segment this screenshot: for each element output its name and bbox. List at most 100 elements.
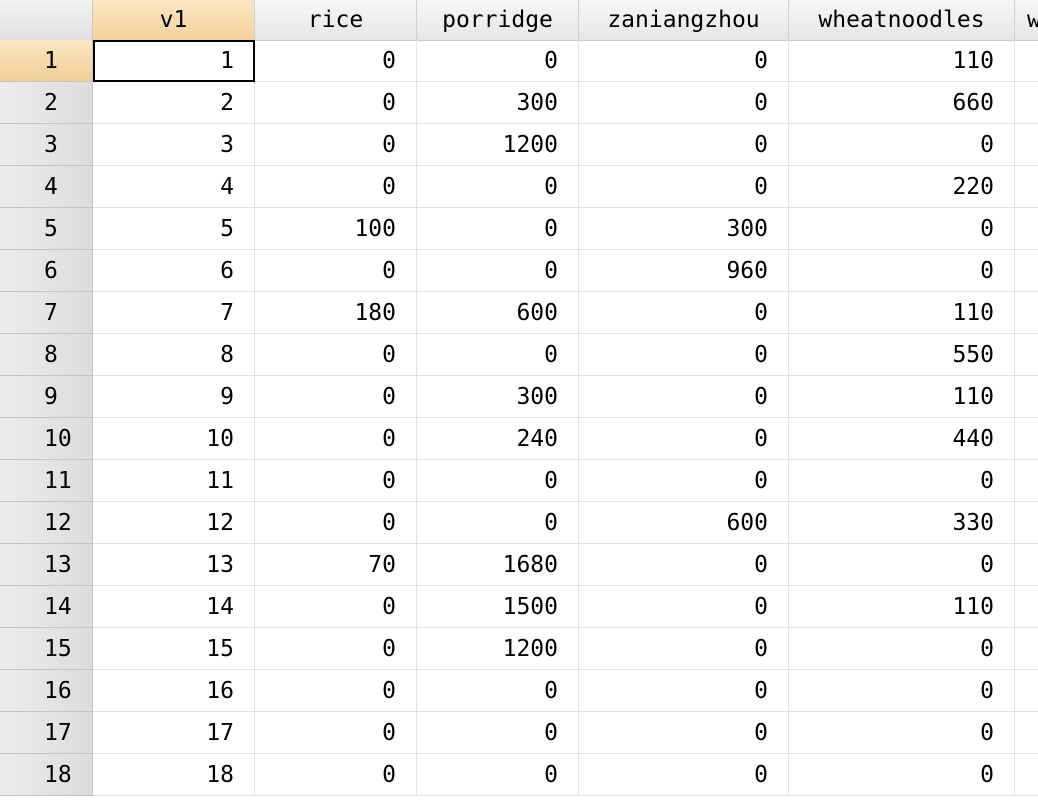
- column-header-rice[interactable]: rice: [255, 0, 417, 40]
- row-number[interactable]: 17: [0, 712, 93, 754]
- column-header-zaniangzhou[interactable]: zaniangzhou: [579, 0, 789, 40]
- cell-wheatnoodles[interactable]: 0: [789, 712, 1015, 754]
- cell-wheatnoodles[interactable]: 660: [789, 82, 1015, 124]
- cell-rice[interactable]: 0: [255, 376, 417, 418]
- cell-partial[interactable]: [1015, 502, 1038, 544]
- cell-wheatnoodles[interactable]: 110: [789, 292, 1015, 334]
- cell-porridge[interactable]: 0: [417, 166, 579, 208]
- cell-zaniangzhou[interactable]: 0: [579, 628, 789, 670]
- cell-v1[interactable]: 17: [93, 712, 255, 754]
- cell-porridge[interactable]: 1680: [417, 544, 579, 586]
- cell-zaniangzhou[interactable]: 0: [579, 166, 789, 208]
- column-header-v1[interactable]: v1: [93, 0, 255, 40]
- cell-rice[interactable]: 0: [255, 754, 417, 796]
- cell-wheatnoodles[interactable]: 0: [789, 628, 1015, 670]
- cell-rice[interactable]: 180: [255, 292, 417, 334]
- cell-wheatnoodles[interactable]: 0: [789, 670, 1015, 712]
- cell-partial[interactable]: [1015, 376, 1038, 418]
- cell-partial[interactable]: [1015, 754, 1038, 796]
- cell-porridge[interactable]: 0: [417, 40, 579, 82]
- cell-zaniangzhou[interactable]: 0: [579, 124, 789, 166]
- cell-zaniangzhou[interactable]: 0: [579, 670, 789, 712]
- cell-partial[interactable]: [1015, 712, 1038, 754]
- cell-wheatnoodles[interactable]: 330: [789, 502, 1015, 544]
- cell-wheatnoodles[interactable]: 0: [789, 250, 1015, 292]
- cell-partial[interactable]: [1015, 166, 1038, 208]
- cell-porridge[interactable]: 0: [417, 712, 579, 754]
- cell-zaniangzhou[interactable]: 0: [579, 292, 789, 334]
- cell-wheatnoodles[interactable]: 0: [789, 124, 1015, 166]
- cell-partial[interactable]: [1015, 208, 1038, 250]
- cell-v1[interactable]: 11: [93, 460, 255, 502]
- cell-rice[interactable]: 0: [255, 502, 417, 544]
- cell-v1[interactable]: 10: [93, 418, 255, 460]
- row-number[interactable]: 6: [0, 250, 93, 292]
- cell-v1[interactable]: 14: [93, 586, 255, 628]
- cell-partial[interactable]: [1015, 628, 1038, 670]
- row-number[interactable]: 8: [0, 334, 93, 376]
- cell-zaniangzhou[interactable]: 0: [579, 586, 789, 628]
- row-number[interactable]: 18: [0, 754, 93, 796]
- cell-v1[interactable]: 18: [93, 754, 255, 796]
- cell-zaniangzhou[interactable]: 0: [579, 334, 789, 376]
- cell-v1[interactable]: 6: [93, 250, 255, 292]
- cell-partial[interactable]: [1015, 418, 1038, 460]
- cell-zaniangzhou[interactable]: 960: [579, 250, 789, 292]
- cell-wheatnoodles[interactable]: 110: [789, 376, 1015, 418]
- cell-v1[interactable]: 13: [93, 544, 255, 586]
- cell-rice[interactable]: 70: [255, 544, 417, 586]
- cell-v1[interactable]: 15: [93, 628, 255, 670]
- column-header-porridge[interactable]: porridge: [417, 0, 579, 40]
- row-number[interactable]: 12: [0, 502, 93, 544]
- row-number[interactable]: 1: [0, 40, 93, 82]
- cell-porridge[interactable]: 0: [417, 754, 579, 796]
- cell-zaniangzhou[interactable]: 0: [579, 754, 789, 796]
- cell-v1[interactable]: 2: [93, 82, 255, 124]
- cell-wheatnoodles[interactable]: 0: [789, 208, 1015, 250]
- cell-zaniangzhou[interactable]: 300: [579, 208, 789, 250]
- cell-porridge[interactable]: 600: [417, 292, 579, 334]
- cell-rice[interactable]: 0: [255, 334, 417, 376]
- cell-rice[interactable]: 0: [255, 250, 417, 292]
- cell-porridge[interactable]: 0: [417, 208, 579, 250]
- row-number[interactable]: 11: [0, 460, 93, 502]
- row-number[interactable]: 14: [0, 586, 93, 628]
- cell-partial[interactable]: [1015, 82, 1038, 124]
- corner-cell[interactable]: [0, 0, 93, 40]
- cell-rice[interactable]: 0: [255, 712, 417, 754]
- cell-zaniangzhou[interactable]: 600: [579, 502, 789, 544]
- cell-partial[interactable]: [1015, 250, 1038, 292]
- cell-v1[interactable]: 3: [93, 124, 255, 166]
- cell-v1[interactable]: 7: [93, 292, 255, 334]
- cell-zaniangzhou[interactable]: 0: [579, 82, 789, 124]
- row-number[interactable]: 4: [0, 166, 93, 208]
- row-number[interactable]: 16: [0, 670, 93, 712]
- row-number[interactable]: 9: [0, 376, 93, 418]
- row-number[interactable]: 10: [0, 418, 93, 460]
- cell-rice[interactable]: 0: [255, 460, 417, 502]
- cell-rice[interactable]: 0: [255, 82, 417, 124]
- cell-porridge[interactable]: 0: [417, 334, 579, 376]
- cell-wheatnoodles[interactable]: 440: [789, 418, 1015, 460]
- cell-zaniangzhou[interactable]: 0: [579, 460, 789, 502]
- cell-porridge[interactable]: 240: [417, 418, 579, 460]
- column-header-partial[interactable]: w: [1015, 0, 1038, 40]
- cell-zaniangzhou[interactable]: 0: [579, 712, 789, 754]
- row-number[interactable]: 7: [0, 292, 93, 334]
- cell-rice[interactable]: 0: [255, 628, 417, 670]
- cell-partial[interactable]: [1015, 334, 1038, 376]
- cell-v1[interactable]: 12: [93, 502, 255, 544]
- cell-zaniangzhou[interactable]: 0: [579, 418, 789, 460]
- cell-v1[interactable]: 8: [93, 334, 255, 376]
- cell-porridge[interactable]: 0: [417, 460, 579, 502]
- cell-porridge[interactable]: 0: [417, 250, 579, 292]
- cell-zaniangzhou[interactable]: 0: [579, 40, 789, 82]
- row-number[interactable]: 3: [0, 124, 93, 166]
- row-number[interactable]: 13: [0, 544, 93, 586]
- cell-porridge[interactable]: 0: [417, 502, 579, 544]
- cell-rice[interactable]: 0: [255, 586, 417, 628]
- cell-v1[interactable]: 5: [93, 208, 255, 250]
- cell-v1[interactable]: 4: [93, 166, 255, 208]
- cell-porridge[interactable]: 0: [417, 670, 579, 712]
- cell-rice[interactable]: 0: [255, 40, 417, 82]
